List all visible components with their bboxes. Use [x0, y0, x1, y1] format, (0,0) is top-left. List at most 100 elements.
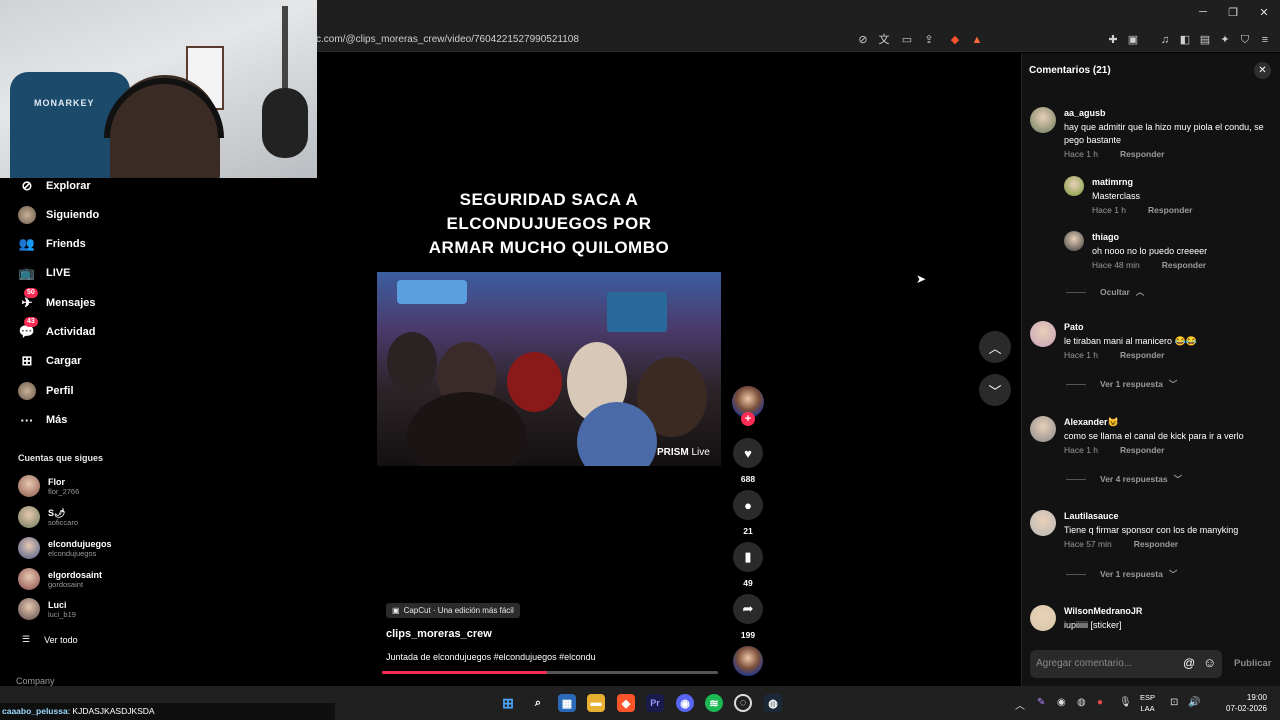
sidebar-item-live[interactable]: 📺 LIVE — [18, 262, 71, 284]
microphone-icon[interactable]: 🎙 — [1119, 697, 1132, 708]
video-author[interactable]: clips_moreras_crew — [386, 628, 492, 640]
avatar[interactable] — [1030, 510, 1056, 536]
comment-icon[interactable]: ● — [733, 490, 763, 520]
reply-button[interactable]: Responder — [1162, 260, 1206, 270]
avatar[interactable] — [1064, 231, 1084, 251]
tray-steam-icon[interactable]: ◍ — [1077, 697, 1086, 708]
save-action[interactable]: ▮ 49 — [733, 542, 763, 588]
bookmark-icon[interactable]: ▮ — [733, 542, 763, 572]
tab-icon[interactable]: ▣ — [1126, 33, 1140, 47]
comment-username[interactable]: Pato — [1064, 322, 1084, 332]
extensions-icon[interactable]: ✚ — [1106, 33, 1120, 47]
video-player[interactable] — [377, 272, 721, 466]
windows-start-icon[interactable]: ⊞ — [499, 694, 517, 712]
vpn-icon[interactable]: ⛉ — [1238, 33, 1252, 47]
music-icon[interactable]: ♫ — [1158, 33, 1172, 47]
sidebar-item-m-s[interactable]: ··· Más — [18, 409, 68, 431]
following-account[interactable]: Flor flor_2766 — [18, 475, 79, 497]
avatar[interactable] — [1030, 605, 1056, 631]
previous-video-button[interactable]: ︿ — [979, 331, 1011, 363]
reply-button[interactable]: Responder — [1134, 539, 1178, 549]
sidebar-icon[interactable]: ◧ — [1178, 33, 1192, 47]
tray-expand-icon[interactable]: ︿ — [1015, 697, 1025, 712]
file-explorer-icon[interactable]: ▬ — [587, 694, 605, 712]
share-icon[interactable]: ⇪ — [922, 33, 936, 47]
close-window-button[interactable]: ✕ — [1257, 6, 1271, 19]
volume-icon[interactable]: 🔊 — [1188, 697, 1200, 708]
tray-app-icon[interactable]: ✎ — [1037, 697, 1045, 708]
wallet-icon[interactable]: ▤ — [1198, 33, 1212, 47]
brave-shield-icon[interactable]: ◆ — [948, 33, 962, 47]
follow-plus-button[interactable]: + — [741, 412, 755, 426]
capcut-tag[interactable]: ▣ CapCut · Una edición más fácil — [386, 603, 520, 618]
following-account[interactable]: Luci luci_b19 — [18, 598, 76, 620]
next-video-button[interactable]: ﹀ — [979, 374, 1011, 406]
network-icon[interactable]: ⊡ — [1170, 697, 1178, 708]
following-account[interactable]: elcondujuegos elcondujuegos — [18, 537, 112, 559]
comment-username[interactable]: WilsonMedranoJR — [1064, 606, 1142, 616]
company-link[interactable]: Company — [16, 676, 55, 686]
comment-action[interactable]: ● 21 — [733, 490, 763, 536]
avatar[interactable] — [1030, 416, 1056, 442]
menu-icon[interactable]: ≡ — [1258, 33, 1272, 47]
comment-placeholder[interactable]: Agregar comentario... — [1036, 658, 1132, 669]
reply-button[interactable]: Responder — [1120, 445, 1164, 455]
obs-icon[interactable]: ◌ — [734, 694, 752, 712]
mention-icon[interactable]: @ — [1183, 656, 1195, 670]
heart-icon[interactable]: ♥ — [733, 438, 763, 468]
see-all-link[interactable]: ☰ Ver todo — [22, 634, 78, 645]
reply-button[interactable]: Responder — [1120, 149, 1164, 159]
close-comments-button[interactable]: ✕ — [1254, 62, 1271, 79]
view-replies-button[interactable]: Ver 4 respuestas ﹀ — [1066, 473, 1182, 485]
spotify-icon[interactable]: ≋ — [705, 694, 723, 712]
publish-button[interactable]: Publicar — [1234, 658, 1272, 669]
music-disc[interactable] — [733, 646, 763, 676]
avatar[interactable] — [1064, 176, 1084, 196]
discord-icon[interactable]: ◉ — [676, 694, 694, 712]
restore-button[interactable]: ❐ — [1226, 6, 1240, 19]
following-account[interactable]: S🌶 soficcaro — [18, 506, 78, 528]
sidebar-item-perfil[interactable]: Perfil — [18, 380, 74, 402]
emoji-icon[interactable]: ☺ — [1203, 655, 1216, 670]
like-action[interactable]: ♥ 688 — [733, 438, 763, 484]
share-arrow-icon[interactable]: ➦ — [733, 594, 763, 624]
steam-icon[interactable]: ◍ — [764, 694, 782, 712]
tray-record-icon[interactable]: ● — [1097, 697, 1103, 708]
following-account[interactable]: elgordosaint gordosaint — [18, 568, 102, 590]
sidebar-item-mensajes[interactable]: ✈ 50 Mensajes — [18, 288, 96, 314]
comment-username[interactable]: thiago — [1092, 232, 1119, 242]
system-clock[interactable]: 19:00 07-02-2026 — [1226, 692, 1267, 714]
widgets-icon[interactable]: ▦ — [558, 694, 576, 712]
share-action[interactable]: ➦ 199 — [733, 594, 763, 640]
sidebar-item-friends[interactable]: 👥 Friends — [18, 233, 86, 255]
no-media-icon[interactable]: ⊘ — [856, 33, 870, 47]
comment-username[interactable]: Alexander😺 — [1064, 417, 1119, 428]
leo-icon[interactable]: ✦ — [1218, 33, 1232, 47]
sidebar-item-explorar[interactable]: ⊘ Explorar — [18, 175, 91, 197]
cast-icon[interactable]: ▭ — [900, 33, 914, 47]
language-indicator[interactable]: ESP LAA — [1140, 692, 1155, 714]
view-replies-button[interactable]: Ver 1 respuesta ﹀ — [1066, 568, 1177, 580]
tray-discord-icon[interactable]: ◉ — [1057, 697, 1066, 708]
avatar[interactable] — [1030, 321, 1056, 347]
comment-username[interactable]: aa_agusb — [1064, 108, 1106, 118]
reply-button[interactable]: Responder — [1120, 350, 1164, 360]
translate-icon[interactable]: 文 — [877, 33, 891, 47]
title-line-1: SEGURIDAD SACA A — [459, 190, 639, 209]
search-icon[interactable]: ⌕ — [529, 694, 547, 712]
premiere-icon[interactable]: Pr — [646, 694, 664, 712]
brave-browser-icon[interactable]: ◆ — [617, 694, 635, 712]
comment-username[interactable]: matimrng — [1092, 177, 1133, 187]
minimize-button[interactable]: ─ — [1196, 6, 1210, 18]
sidebar-item-cargar[interactable]: ⊞ Cargar — [18, 350, 82, 372]
sidebar-item-actividad[interactable]: 💬 43 Actividad — [18, 317, 96, 343]
video-description[interactable]: Juntada de elcondujuegos #elcondujuegos … — [386, 652, 596, 662]
brave-rewards-icon[interactable]: ▲ — [970, 33, 984, 47]
avatar[interactable] — [1030, 107, 1056, 133]
reply-button[interactable]: Responder — [1148, 205, 1192, 215]
view-replies-button[interactable]: Ver 1 respuesta ﹀ — [1066, 378, 1177, 390]
url-text[interactable]: c.com/@clips_moreras_crew/video/76042215… — [316, 34, 579, 45]
comment-username[interactable]: Lautilasauce — [1064, 511, 1119, 521]
sidebar-item-siguiendo[interactable]: Siguiendo — [18, 204, 99, 226]
hide-replies-button[interactable]: Ocultar ︿ — [1066, 286, 1144, 298]
